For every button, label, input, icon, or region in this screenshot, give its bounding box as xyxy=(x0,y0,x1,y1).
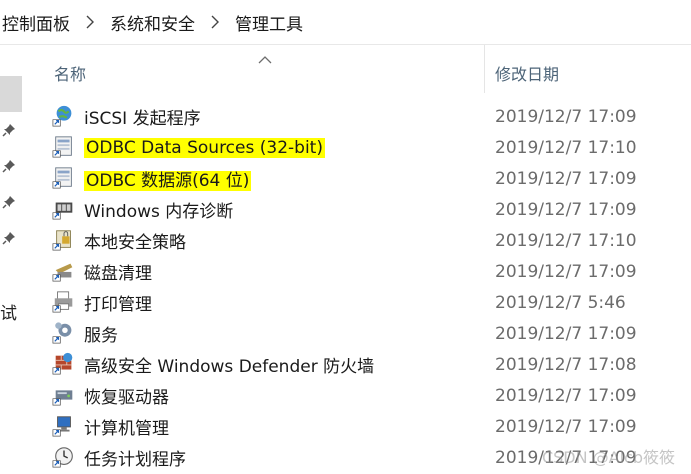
file-name: ODBC Data Sources (32-bit) xyxy=(84,137,325,158)
breadcrumb-system-security[interactable]: 系统和安全 xyxy=(108,10,197,35)
column-header-date[interactable]: 修改日期 xyxy=(495,59,691,87)
file-name: 打印管理 xyxy=(84,295,152,315)
file-name: 高级安全 Windows Defender 防火墙 xyxy=(84,357,375,377)
globe-shortcut-icon xyxy=(52,104,78,130)
chevron-right-icon[interactable] xyxy=(72,15,108,29)
breadcrumb-admin-tools[interactable]: 管理工具 xyxy=(233,10,305,35)
sort-ascending-icon xyxy=(258,49,272,64)
file-row[interactable]: Windows 内存诊断 2019/12/7 17:09 xyxy=(48,194,691,225)
navigation-pane: 试 xyxy=(0,45,24,474)
file-row[interactable]: iSCSI 发起程序 2019/12/7 17:09 xyxy=(48,101,691,132)
disk-cleanup-icon xyxy=(52,259,78,285)
firewall-icon xyxy=(52,352,78,378)
file-date: 2019/12/7 17:09 xyxy=(495,416,637,437)
file-row[interactable]: 打印管理 2019/12/7 5:46 xyxy=(48,287,691,318)
file-date: 2019/12/7 5:46 xyxy=(495,292,626,313)
chevron-right-icon[interactable] xyxy=(197,15,233,29)
file-row[interactable]: 高级安全 Windows Defender 防火墙 2019/12/7 17:08 xyxy=(48,349,691,380)
file-name: 磁盘清理 xyxy=(84,264,152,284)
file-name: 任务计划程序 xyxy=(84,450,186,470)
column-divider[interactable] xyxy=(484,45,485,93)
computer-management-icon xyxy=(52,414,78,440)
print-management-icon xyxy=(52,290,78,316)
file-row[interactable]: 计算机管理 2019/12/7 17:09 xyxy=(48,411,691,442)
file-row[interactable]: 本地安全策略 2019/12/7 17:10 xyxy=(48,225,691,256)
file-date: 2019/12/7 17:09 xyxy=(495,199,637,220)
file-date: 2019/12/7 17:09 xyxy=(495,323,637,344)
breadcrumb: 控制面板 系统和安全 管理工具 xyxy=(0,0,691,45)
file-date: 2019/12/7 17:10 xyxy=(495,137,637,158)
file-name: iSCSI 发起程序 xyxy=(84,109,201,129)
file-date: 2019/12/7 17:09 xyxy=(495,261,637,282)
watermark: CSDN @Alcb筱筱 xyxy=(541,448,675,467)
file-name: Windows 内存诊断 xyxy=(84,202,234,222)
odbc-shortcut-icon xyxy=(52,135,78,161)
nav-selected-item[interactable] xyxy=(0,76,22,112)
file-date: 2019/12/7 17:09 xyxy=(495,168,637,189)
file-name: 计算机管理 xyxy=(84,419,169,439)
memory-diagnostic-icon xyxy=(52,197,78,223)
recovery-drive-icon xyxy=(52,383,78,409)
file-date: 2019/12/7 17:09 xyxy=(495,385,637,406)
nav-item-label-partial[interactable]: 试 xyxy=(0,299,17,324)
pin-icon xyxy=(1,158,17,174)
task-scheduler-icon xyxy=(52,445,78,471)
file-name: ODBC 数据源(64 位) xyxy=(84,171,252,191)
breadcrumb-control-panel[interactable]: 控制面板 xyxy=(0,10,72,35)
file-row[interactable]: 服务 2019/12/7 17:09 xyxy=(48,318,691,349)
file-name: 本地安全策略 xyxy=(84,233,186,253)
file-date: 2019/12/7 17:08 xyxy=(495,354,637,375)
file-date: 2019/12/7 17:10 xyxy=(495,230,637,251)
file-date: 2019/12/7 17:09 xyxy=(495,106,637,127)
file-name: 恢复驱动器 xyxy=(84,388,169,408)
column-header-name[interactable]: 名称 xyxy=(54,59,484,87)
pin-icon xyxy=(1,194,17,210)
services-gear-icon xyxy=(52,321,78,347)
pin-icon xyxy=(1,122,17,138)
security-policy-icon xyxy=(52,228,78,254)
pin-icon xyxy=(1,230,17,246)
file-row[interactable]: ODBC 数据源(64 位) 2019/12/7 17:09 xyxy=(48,163,691,194)
file-row[interactable]: 磁盘清理 2019/12/7 17:09 xyxy=(48,256,691,287)
file-name: 服务 xyxy=(84,326,118,346)
file-row[interactable]: ODBC Data Sources (32-bit) 2019/12/7 17:1… xyxy=(48,132,691,163)
odbc-shortcut-icon xyxy=(52,166,78,192)
file-row[interactable]: 恢复驱动器 2019/12/7 17:09 xyxy=(48,380,691,411)
